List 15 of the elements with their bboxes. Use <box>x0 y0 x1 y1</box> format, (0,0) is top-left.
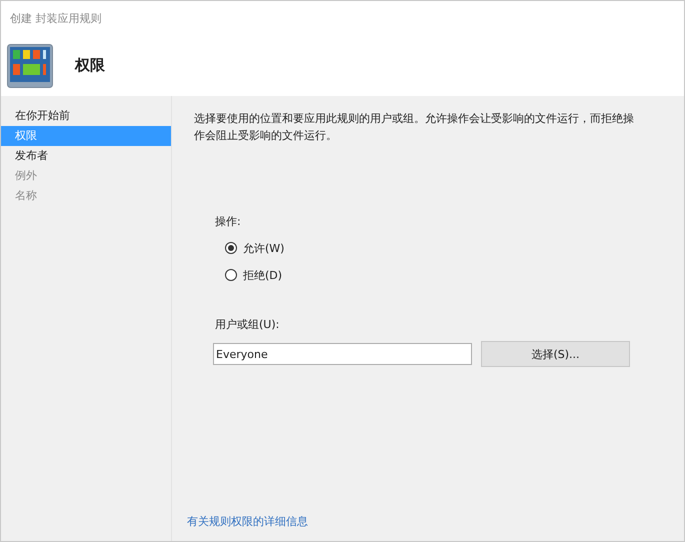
user-group-field[interactable]: Everyone <box>213 343 472 365</box>
window-title: 创建 封装应用规则 <box>10 10 102 26</box>
select-button[interactable]: 选择(S)... <box>481 341 630 367</box>
app-rules-icon <box>7 44 53 88</box>
user-group-label: 用户或组(U): <box>215 317 280 332</box>
page-title: 权限 <box>75 56 105 75</box>
details-link[interactable]: 有关规则权限的详细信息 <box>187 514 308 529</box>
radio-button[interactable] <box>225 269 237 281</box>
sidebar-item[interactable]: 发布者 <box>1 146 171 166</box>
radio-label[interactable]: 拒绝(D) <box>243 268 282 282</box>
radio-button[interactable] <box>225 242 237 254</box>
sidebar-item[interactable]: 在你开始前 <box>1 106 171 126</box>
radio-label[interactable]: 允许(W) <box>243 240 284 256</box>
action-label: 操作: <box>215 214 241 229</box>
description-text: 选择要使用的位置和要应用此规则的用户或组。允许操作会让受影响的文件运行，而拒绝操作会阻止受影响的文件运行。 <box>194 111 634 144</box>
